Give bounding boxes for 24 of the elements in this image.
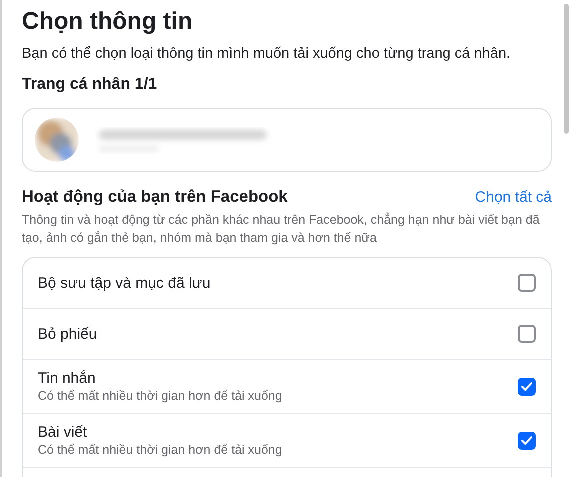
checkbox[interactable]: [518, 325, 536, 343]
section-title: Hoạt động của bạn trên Facebook: [22, 188, 288, 207]
checkmark-icon: [521, 436, 533, 446]
option-row[interactable]: Bài viết Có thể mất nhiều thời gian hơn để tải xuống: [23, 414, 551, 468]
checkbox[interactable]: [518, 378, 536, 396]
option-label: Bỏ phiếu: [38, 326, 98, 342]
option-row[interactable]: Tin nhắn Có thể mất nhiều thời gian hơn để tải xuống: [23, 360, 551, 414]
option-label: Bộ sưu tập và mục đã lưu: [38, 274, 211, 292]
option-note: Có thể mất nhiều thời gian hơn để tải xuống: [38, 389, 282, 403]
section-description: Thông tin và hoạt động từ các phần khác nhau trên Facebook, chẳng hạn như bài viết bạn đã tạo, ảnh có gắn thẻ bạn, nhóm mà bạn tham gia và hơn thế nữa: [22, 212, 541, 247]
option-label: Tin nhắn: [38, 370, 97, 387]
option-row[interactable]: Bỏ phiếu: [23, 309, 551, 360]
select-all-link[interactable]: Chọn tất cả: [475, 189, 552, 206]
option-row[interactable]: Bộ sưu tập và mục đã lưu: [23, 258, 551, 309]
option-note: Có thể mất nhiều thời gian hơn để tải xuống: [38, 443, 282, 457]
checkmark-icon: [521, 382, 533, 392]
checkbox[interactable]: [518, 274, 536, 292]
profile-heading: Trang cá nhân 1/1: [22, 75, 158, 95]
profile-card[interactable]: [22, 108, 552, 172]
page-title: Chọn thông tin: [22, 7, 194, 37]
scrollbar-thumb[interactable]: [564, 4, 569, 134]
page-subtitle: Bạn có thể chọn loại thông tin mình muốn tải xuống cho từng trang cá nhân.: [22, 45, 512, 64]
checkbox[interactable]: [518, 432, 536, 450]
option-label: Bài viết: [38, 424, 88, 441]
